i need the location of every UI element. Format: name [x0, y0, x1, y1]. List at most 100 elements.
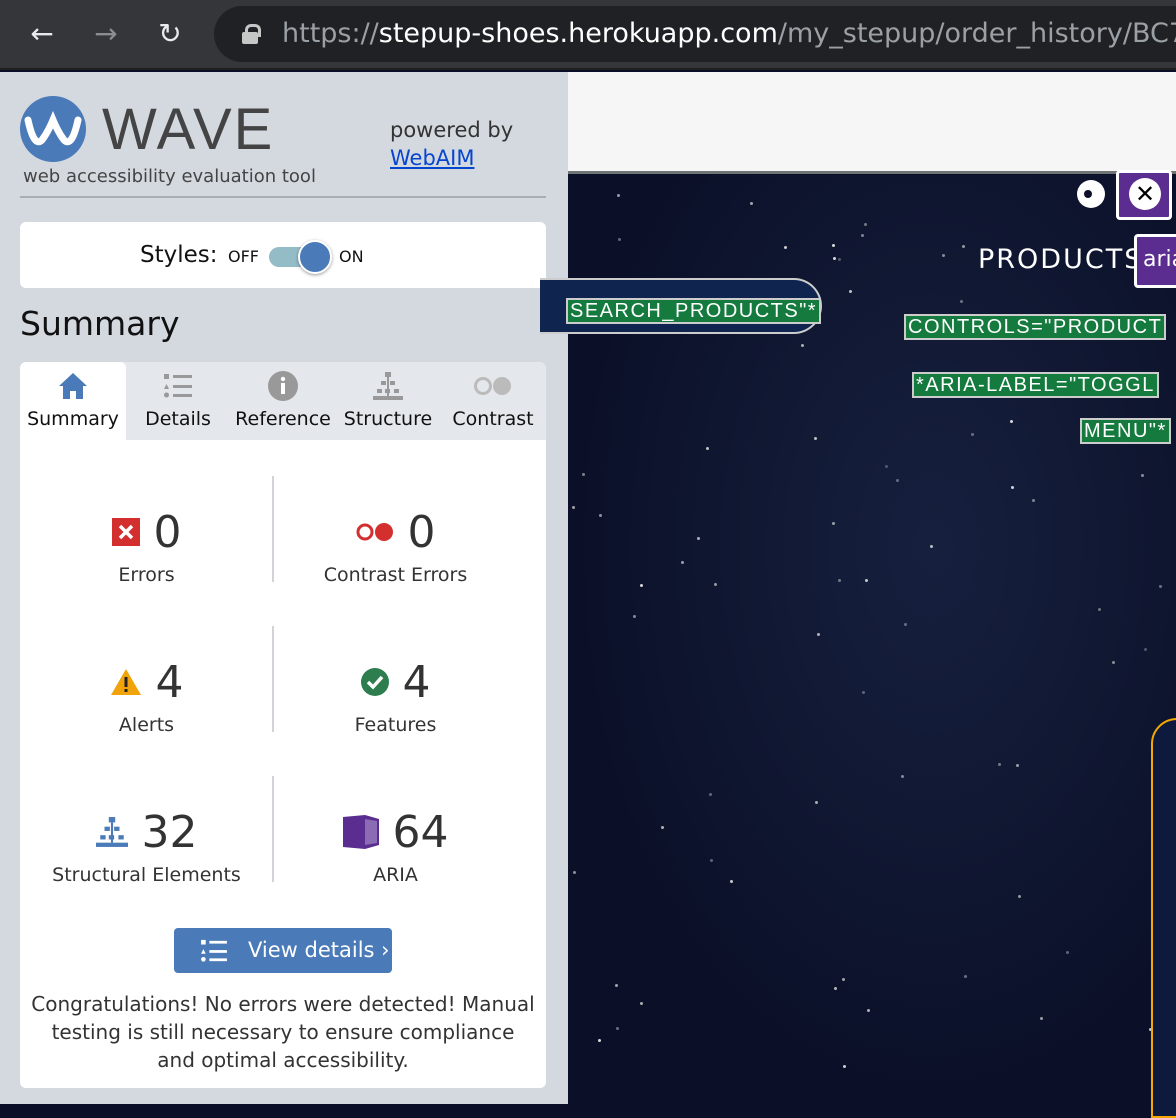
powered-by: powered by WebAIM	[390, 116, 513, 172]
stat-label: Features	[354, 714, 437, 736]
wave-tagline: web accessibility evaluation tool	[23, 166, 316, 187]
tab-contrast[interactable]: Contrast	[440, 362, 546, 440]
tab-bar: Summary Details Reference Structure Cont…	[20, 362, 546, 440]
stat-label: Contrast Errors	[323, 564, 468, 586]
tab-label: Contrast	[452, 408, 534, 430]
error-icon	[111, 518, 140, 546]
star	[783, 245, 787, 249]
aria-close-badge[interactable]: ✕	[1116, 170, 1172, 220]
contrast-icon	[474, 377, 511, 395]
powered-by-text: powered by	[390, 118, 514, 142]
stat-value: 4	[155, 656, 184, 708]
star	[971, 433, 975, 437]
structure-icon	[95, 817, 128, 847]
tab-label: Summary	[27, 408, 119, 430]
stat-aria[interactable]: 64 ARIA	[273, 804, 518, 886]
star	[831, 522, 835, 526]
stat-features[interactable]: 4 Features	[273, 654, 518, 737]
star	[617, 194, 621, 198]
toggle-off-label: OFF	[228, 247, 259, 266]
stat-structural-elements[interactable]: 32 Structural Elements	[20, 804, 273, 887]
star	[849, 290, 853, 294]
structure-icon	[373, 372, 403, 400]
star	[714, 582, 718, 586]
tab-label: Structure	[343, 408, 433, 430]
toggle-knob[interactable]	[298, 240, 332, 274]
url-scheme: https://	[282, 18, 379, 49]
star	[697, 537, 701, 541]
browser-toolbar: ← → ↻ https://stepup-shoes.herokuapp.com…	[0, 0, 1176, 70]
star	[1011, 485, 1015, 489]
close-icon: ✕	[1129, 178, 1161, 210]
star	[1066, 950, 1070, 954]
star	[929, 544, 933, 548]
url-path: /my_stepup/order_history/BC7	[777, 18, 1176, 49]
tab-reference[interactable]: Reference	[230, 362, 336, 440]
stat-contrast-errors[interactable]: 0 Contrast Errors	[273, 504, 518, 587]
stat-errors[interactable]: 0 Errors	[20, 504, 273, 586]
aria-icon	[342, 815, 379, 849]
star	[959, 300, 963, 304]
styles-label: Styles:	[140, 242, 218, 268]
stat-value: 0	[407, 506, 436, 558]
aria-flag: SEARCH_PRODUCTS"*	[566, 298, 822, 324]
star	[864, 222, 868, 226]
stat-label: Errors	[118, 564, 175, 586]
order-card	[1151, 718, 1176, 1118]
contrast-error-icon	[356, 523, 393, 541]
star	[1010, 420, 1014, 424]
toggle-on-label: ON	[339, 247, 364, 266]
tab-label: Reference	[235, 408, 331, 430]
star	[867, 1008, 871, 1012]
products-nav-link[interactable]: PRODUCTS	[978, 244, 1143, 275]
aria-flag: *ARIA-LABEL="TOGGL	[912, 372, 1159, 398]
star	[640, 583, 644, 587]
star	[838, 257, 842, 261]
stat-label: ARIA	[373, 864, 418, 886]
star	[615, 1027, 619, 1031]
webaim-link[interactable]: WebAIM	[390, 144, 513, 172]
back-button[interactable]: ←	[24, 16, 60, 52]
wave-title: WAVE	[102, 97, 275, 162]
star	[815, 801, 819, 805]
star	[964, 975, 968, 979]
star	[865, 578, 869, 582]
page-header-area	[568, 72, 1176, 174]
reload-button[interactable]: ↻	[152, 16, 188, 52]
forward-button[interactable]: →	[88, 16, 124, 52]
section-heading: Summary	[20, 304, 180, 343]
alert-icon	[110, 669, 141, 695]
result-message: Congratulations! No errors were detected…	[31, 992, 535, 1072]
star	[615, 983, 619, 987]
star	[904, 623, 908, 627]
star	[1141, 473, 1145, 477]
tab-label: Details	[145, 408, 211, 430]
tab-details[interactable]: Details	[126, 362, 230, 440]
star	[572, 506, 576, 509]
star	[750, 202, 754, 206]
rocket-logo-icon[interactable]	[1077, 180, 1105, 208]
view-details-button[interactable]: View details ›	[174, 928, 392, 973]
star	[582, 472, 586, 476]
star	[573, 870, 577, 874]
star	[599, 514, 603, 518]
tab-summary[interactable]: Summary	[20, 362, 126, 440]
star	[730, 880, 734, 884]
star	[640, 1002, 644, 1006]
star	[838, 579, 842, 583]
info-icon	[268, 371, 298, 401]
address-bar[interactable]: https://stepup-shoes.herokuapp.com/my_st…	[214, 6, 1176, 62]
stat-label: Structural Elements	[52, 864, 241, 886]
stat-value: 0	[153, 506, 182, 558]
star	[1159, 585, 1163, 588]
star	[1143, 648, 1147, 652]
stat-alerts[interactable]: 4 Alerts	[20, 654, 273, 736]
star	[617, 237, 621, 241]
tab-structure[interactable]: Structure	[336, 362, 440, 440]
star	[660, 825, 664, 829]
summary-panel: 0 Errors 0 Contrast Errors 4 Alerts 4 Fe…	[20, 440, 546, 1088]
stat-value: 4	[402, 656, 431, 708]
star	[598, 1038, 602, 1042]
aria-badge: aria	[1134, 234, 1176, 288]
star	[1016, 764, 1020, 768]
